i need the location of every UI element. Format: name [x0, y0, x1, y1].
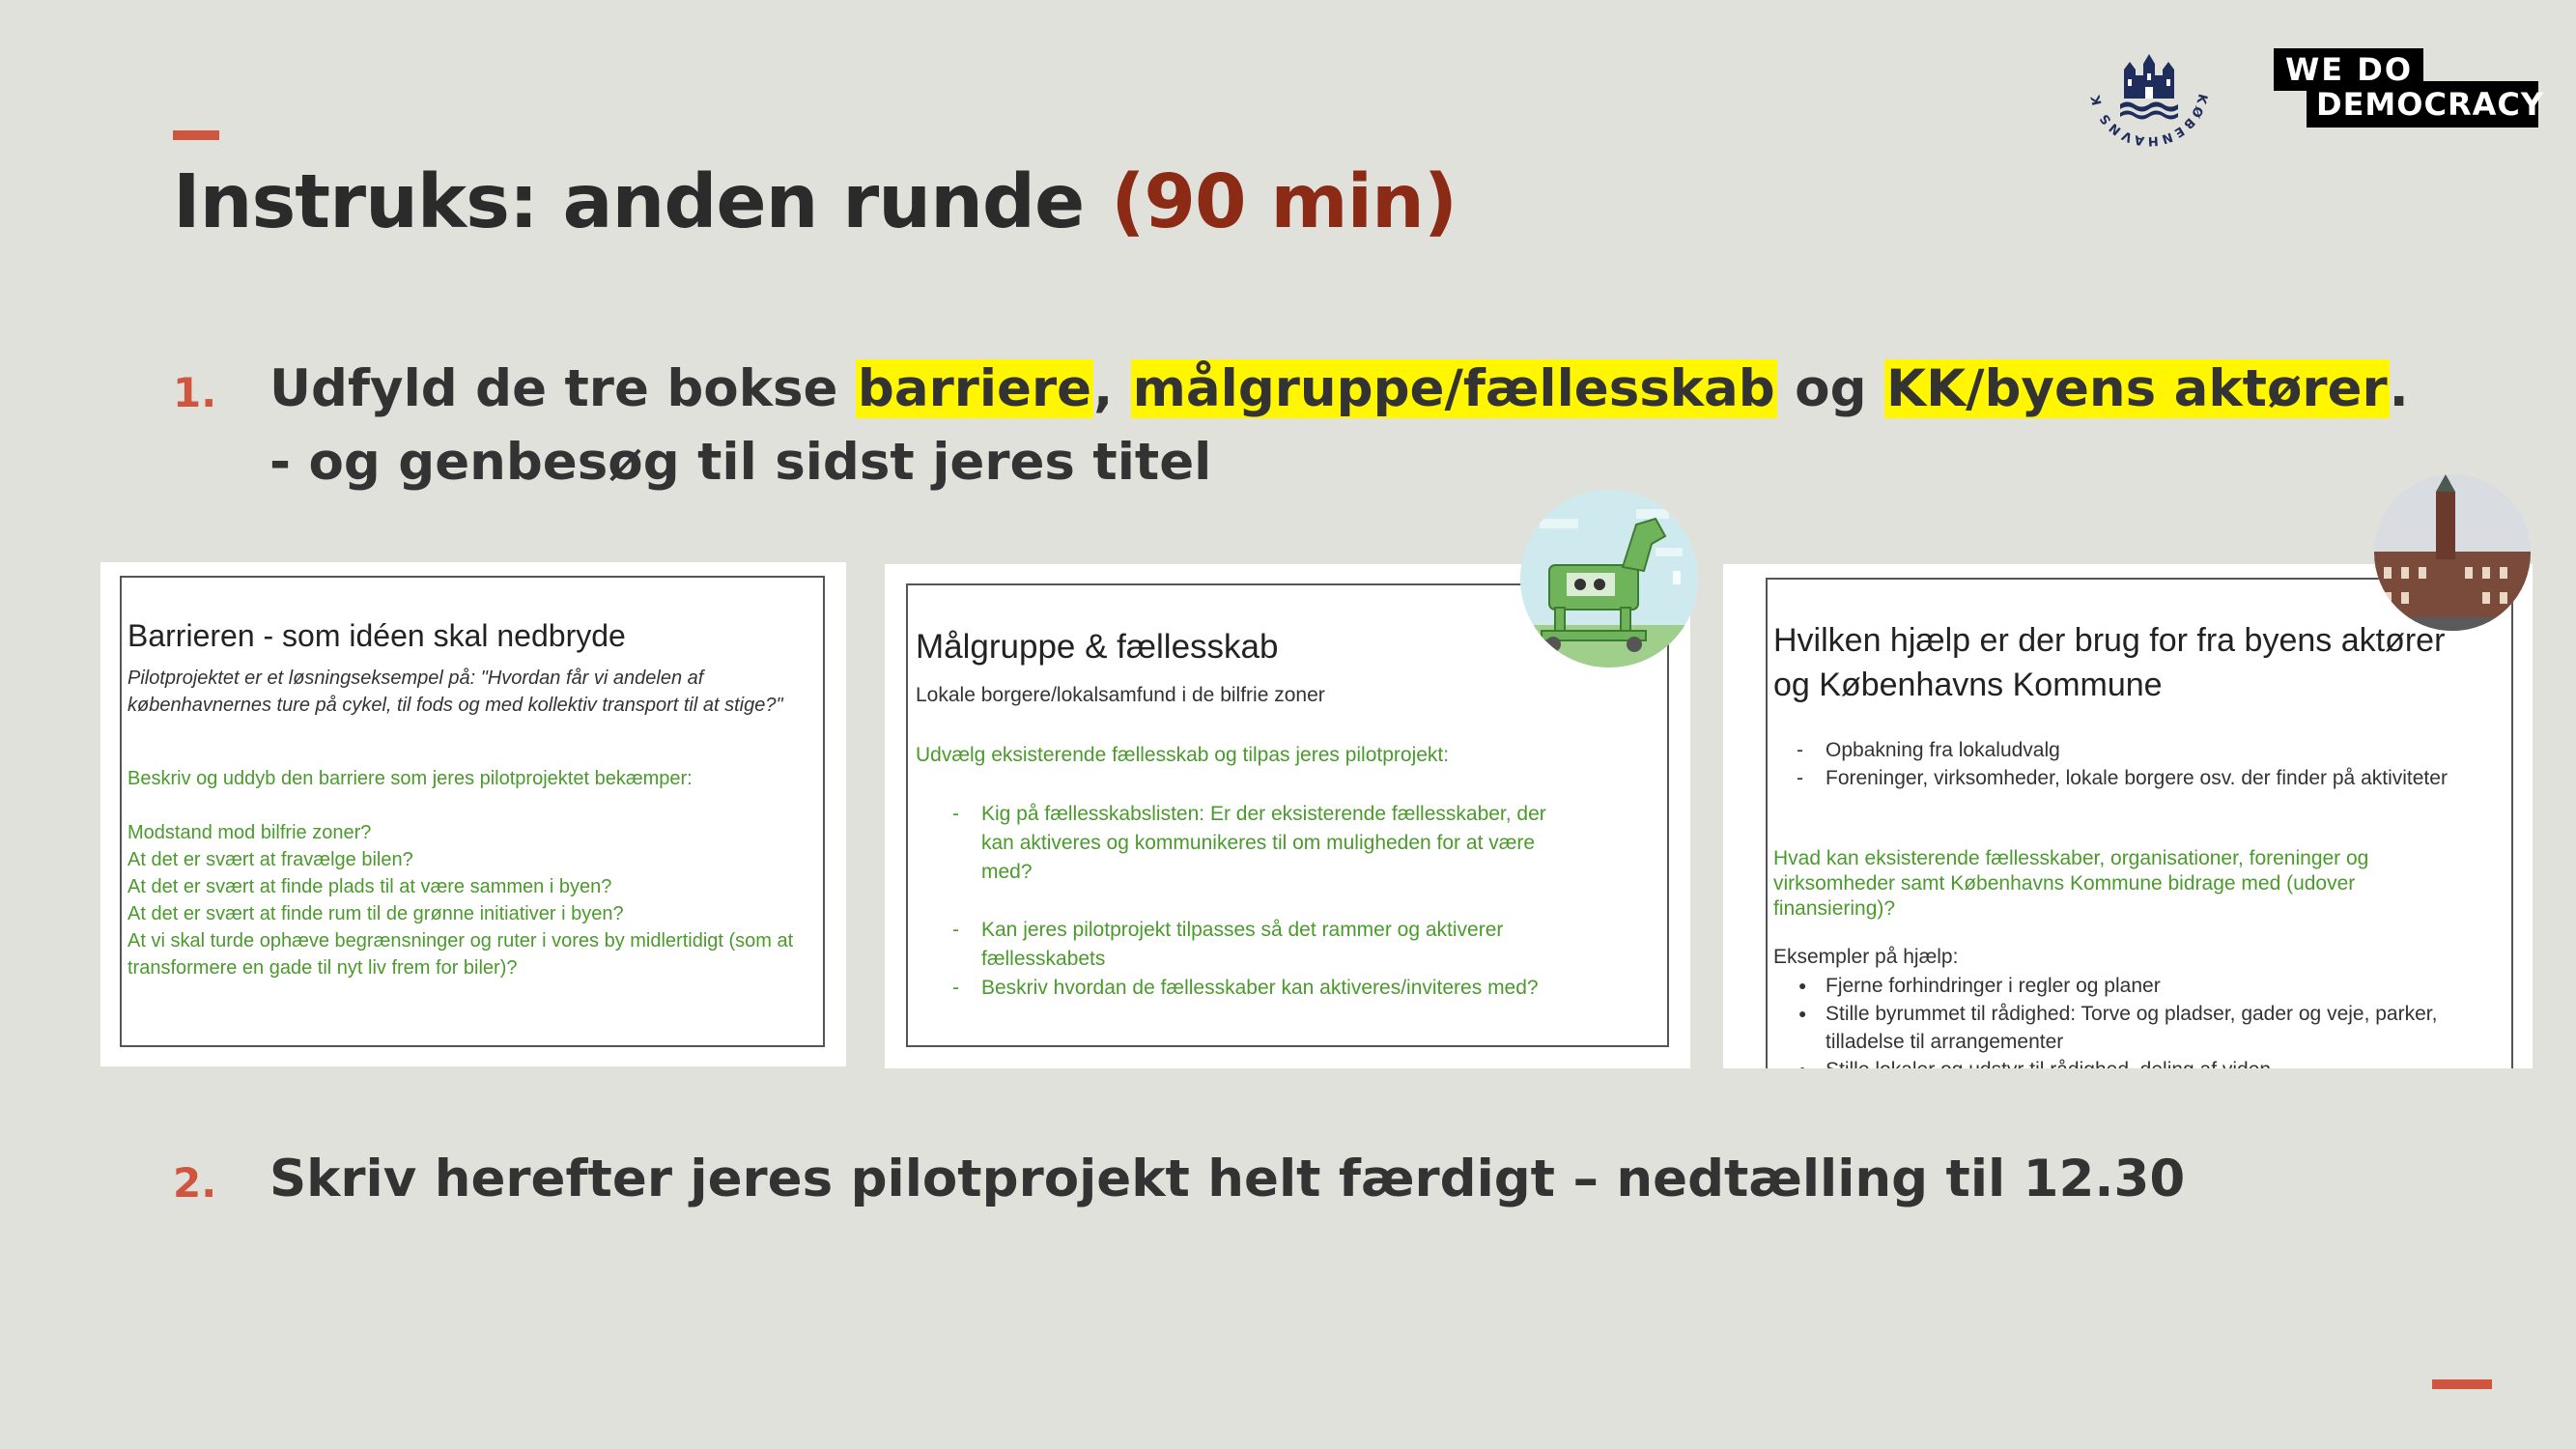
card-barriere-intro: Pilotprojektet er et løsningseksempel på… — [127, 668, 783, 716]
we-do-democracy-logo: WE DO DEMOCRACY — [2274, 48, 2543, 129]
list-item: Opbakning fra lokaludvalg — [1791, 736, 2457, 764]
card-malgruppe-prompt: Udvælg eksisterende fællesskab og tilpas… — [916, 744, 1450, 766]
accent-bar-bottom — [2432, 1379, 2492, 1389]
card-malgruppe-subheading: Lokale borgere/lokalsamfund i de bilfrie… — [916, 684, 1325, 706]
step-1-line2-text: - og genbesøg til sidst jeres titel — [269, 433, 1212, 492]
card-barriere: Barrieren - som idéen skal nedbryde Pilo… — [100, 562, 846, 1066]
list-item: Beskriv hvordan de fællesskaber kan akti… — [947, 974, 1584, 1003]
separator: , — [1093, 359, 1131, 418]
slide-title: Instruks: anden runde (90 min) — [173, 159, 1458, 245]
card-malgruppe-list: Kig på fællesskabslisten: Er der eksiste… — [947, 800, 1584, 1003]
separator: og — [1776, 359, 1884, 418]
list-item: Kig på fællesskabslisten: Er der eksiste… — [947, 800, 1584, 887]
list-item: Stille byrummet til rådighed: Torve og p… — [1791, 1000, 2457, 1056]
card-hjaelp: Hvilken hjælp er der brug for fra byens … — [1723, 564, 2533, 1068]
card-barriere-list: Modstand mod bilfrie zoner? At det er sv… — [127, 819, 804, 981]
kobenhavns-kommune-logo: KØBENHAVNS KOMMUNE — [2074, 9, 2217, 155]
list-item: At vi skal turde ophæve begrænsninger og… — [127, 930, 794, 979]
card-hjaelp-bullets: Opbakning fra lokaludvalg Foreninger, vi… — [1791, 736, 2457, 792]
list-item: Kan jeres pilotprojekt tilpasses så det … — [947, 916, 1584, 974]
list-item: Foreninger, virksomheder, lokale borgere… — [1791, 764, 2457, 792]
card-barriere-heading: Barrieren - som idéen skal nedbryde — [127, 618, 626, 653]
step-2-number: 2. — [173, 1159, 217, 1207]
card-malgruppe-heading: Målgruppe & fællesskab — [916, 628, 1279, 666]
step-1-number: 1. — [173, 369, 217, 416]
trojan-horse-illustration — [1520, 490, 1698, 668]
list-item: At det er svært at fravælge bilen? — [127, 849, 413, 870]
duration-label: (90 min) — [1111, 159, 1458, 245]
card-hjaelp-heading: Hvilken hjælp er der brug for fra byens … — [1773, 622, 2446, 703]
highlight-kk-aktorer: KK/byens aktører — [1884, 359, 2390, 418]
card-hjaelp-examples-label: Eksempler på hjælp: — [1773, 946, 1959, 968]
list-item: Fjerne forhindringer i regler og planer — [1791, 972, 2457, 1000]
list-item: At det er svært at finde plads til at væ… — [127, 876, 612, 897]
card-hjaelp-question: Hvad kan eksisterende fællesskaber, orga… — [1773, 847, 2369, 920]
step-1-text: Udfyld de tre bokse — [269, 359, 856, 418]
list-item: Modstand mod bilfrie zoner? — [127, 822, 372, 843]
logo-line2: DEMOCRACY — [2307, 81, 2543, 128]
step-2-text: Skriv herefter jeres pilotprojekt helt f… — [269, 1150, 2186, 1208]
list-item: At det er svært at finde rum til de grøn… — [127, 903, 624, 924]
punctuation: . — [2389, 359, 2409, 418]
highlight-barriere: barriere — [855, 359, 1094, 418]
card-barriere-prompt: Beskriv og uddyb den barriere som jeres … — [127, 768, 693, 789]
card-hjaelp-examples: Fjerne forhindringer i regler og planer … — [1791, 972, 2457, 1068]
list-item: Stille lokaler og udstyr til rådighed, d… — [1791, 1056, 2457, 1068]
city-hall-photo — [2374, 474, 2531, 631]
highlight-malgruppe: målgruppe/fællesskab — [1130, 359, 1777, 418]
accent-bar-top — [173, 130, 219, 140]
